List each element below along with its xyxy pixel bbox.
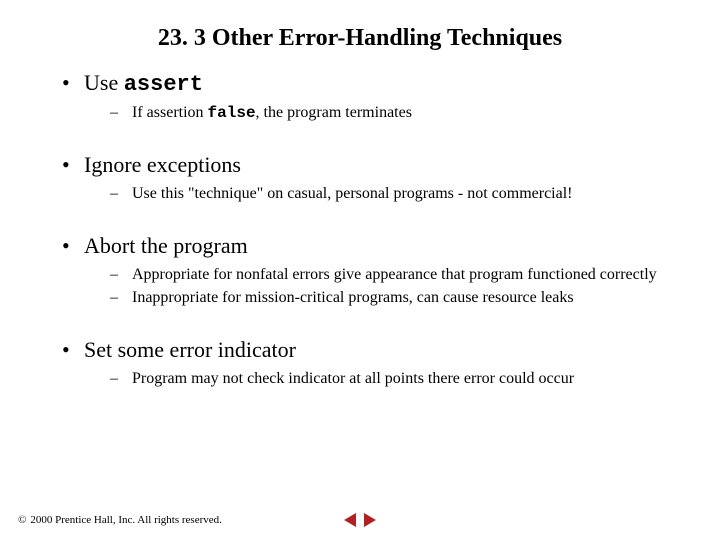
- slide-title: 23. 3 Other Error-Handling Techniques: [40, 25, 680, 52]
- sub-text: Inappropriate for mission-critical progr…: [132, 289, 574, 306]
- sub-bullet: Appropriate for nonfatal errors give app…: [110, 265, 680, 286]
- code-assert: assert: [124, 72, 203, 97]
- nav-controls: [344, 513, 376, 527]
- bullet-text: Set some error indicator: [84, 337, 296, 362]
- sub-text-post: , the program terminates: [256, 104, 412, 121]
- sub-bullet: Use this "technique" on casual, personal…: [110, 184, 680, 205]
- slide-content: 23. 3 Other Error-Handling Techniques Us…: [0, 0, 720, 428]
- sub-text: Program may not check indicator at all p…: [132, 370, 574, 387]
- sub-text: Use this "technique" on casual, personal…: [132, 185, 572, 202]
- bullet-use-assert: Use assert: [62, 70, 680, 97]
- copyright-text: 2000 Prentice Hall, Inc. All rights rese…: [30, 514, 222, 526]
- sub-text: Appropriate for nonfatal errors give app…: [132, 266, 657, 283]
- bullet-abort-program: Abort the program: [62, 233, 680, 259]
- code-false: false: [208, 104, 256, 122]
- bullet-group-3: Abort the program Appropriate for nonfat…: [40, 233, 680, 310]
- next-icon[interactable]: [364, 513, 376, 527]
- sub-text-pre: If assertion: [132, 104, 208, 121]
- bullet-group-4: Set some error indicator Program may not…: [40, 337, 680, 390]
- prev-icon[interactable]: [344, 513, 356, 527]
- copyright-icon: ©: [18, 514, 26, 526]
- bullet-text: Use: [84, 70, 124, 95]
- bullet-ignore-exceptions: Ignore exceptions: [62, 152, 680, 178]
- footer: © 2000 Prentice Hall, Inc. All rights re…: [18, 514, 702, 526]
- bullet-set-error-indicator: Set some error indicator: [62, 337, 680, 363]
- bullet-text: Ignore exceptions: [84, 152, 241, 177]
- sub-bullet: Program may not check indicator at all p…: [110, 369, 680, 390]
- sub-bullet: Inappropriate for mission-critical progr…: [110, 288, 680, 309]
- bullet-group-2: Ignore exceptions Use this "technique" o…: [40, 152, 680, 205]
- bullet-group-1: Use assert If assertion false, the progr…: [40, 70, 680, 124]
- copyright: © 2000 Prentice Hall, Inc. All rights re…: [18, 514, 222, 526]
- sub-bullet: If assertion false, the program terminat…: [110, 103, 680, 124]
- bullet-text: Abort the program: [84, 233, 248, 258]
